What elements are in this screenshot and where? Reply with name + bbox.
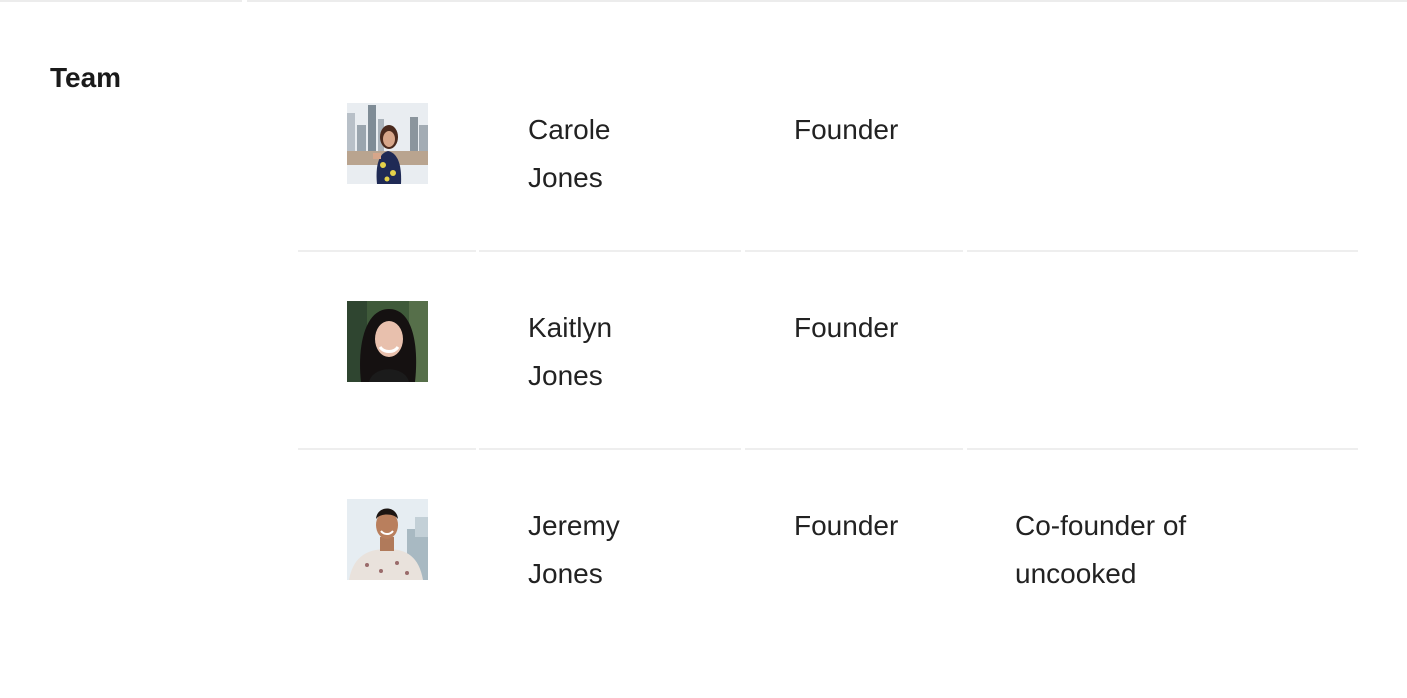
avatar-jeremy-jones bbox=[347, 499, 428, 580]
member-last-name: Jones bbox=[528, 162, 603, 193]
member-name: Jeremy Jones bbox=[528, 502, 728, 598]
top-divider-left bbox=[0, 0, 242, 2]
member-last-name: Jones bbox=[528, 360, 603, 391]
member-last-name: Jones bbox=[528, 558, 603, 589]
member-name: Kaitlyn Jones bbox=[528, 304, 728, 400]
member-role: Founder bbox=[794, 510, 899, 541]
member-role: Founder bbox=[794, 114, 899, 145]
person-photo-icon bbox=[347, 301, 428, 382]
top-divider-right bbox=[247, 0, 1407, 2]
member-name: Carole Jones bbox=[528, 106, 728, 202]
avatar-kaitlyn-jones bbox=[347, 301, 428, 382]
person-photo-icon bbox=[347, 499, 428, 580]
member-bio: Co-founder of uncooked bbox=[1015, 510, 1187, 589]
section-title: Team bbox=[50, 62, 122, 93]
avatar-carole-jones bbox=[347, 103, 428, 184]
team-row: Jeremy Jones Founder Co-founder of uncoo… bbox=[298, 450, 1358, 648]
team-table: Carole Jones Founder Kaitlyn Jones Found bbox=[298, 54, 1358, 648]
member-role: Founder bbox=[794, 312, 899, 343]
team-row: Carole Jones Founder bbox=[298, 54, 1358, 252]
person-photo-icon bbox=[347, 103, 428, 184]
team-row: Kaitlyn Jones Founder bbox=[298, 252, 1358, 450]
member-first-name: Carole bbox=[528, 114, 611, 145]
member-first-name: Jeremy bbox=[528, 510, 620, 541]
member-first-name: Kaitlyn bbox=[528, 312, 613, 343]
